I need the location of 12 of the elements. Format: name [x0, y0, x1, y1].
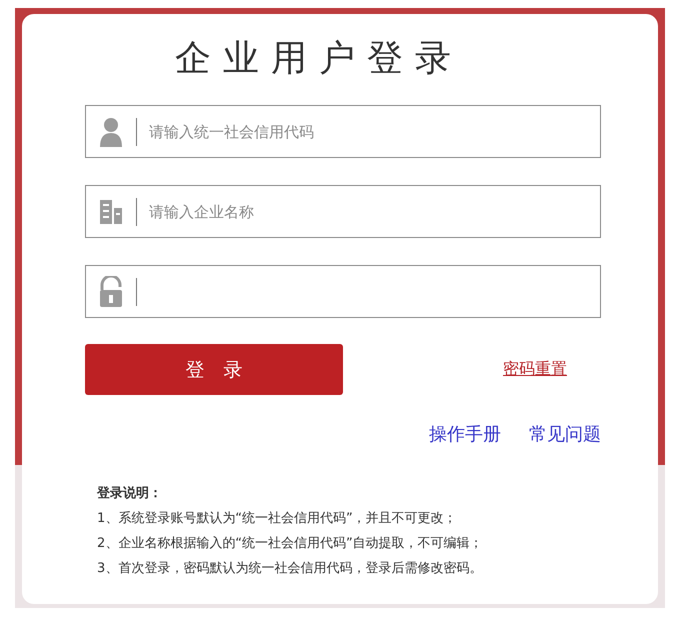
building-icon — [99, 198, 123, 226]
unlocked-padlock-icon — [99, 276, 123, 308]
notes-title: 登录说明： — [97, 485, 163, 503]
note-line: 2、企业名称根据输入的“统一社会信用代码”自动提取，不可编辑； — [97, 535, 484, 553]
note-line: 3、首次登录，密码默认为统一社会信用代码，登录后需修改密码。 — [97, 560, 484, 578]
page-title: 企业用户登录 — [175, 37, 464, 81]
note-line: 1、系统登录账号默认为“统一社会信用代码”，并且不可更改； — [97, 510, 458, 528]
login-button[interactable]: 登 录 — [85, 344, 343, 395]
help-link[interactable]: 常见问题 — [529, 422, 601, 446]
password-reset-link[interactable]: 密码重置 — [503, 359, 567, 380]
help-link[interactable]: 操作手册 — [429, 422, 501, 446]
user-icon — [100, 116, 122, 146]
